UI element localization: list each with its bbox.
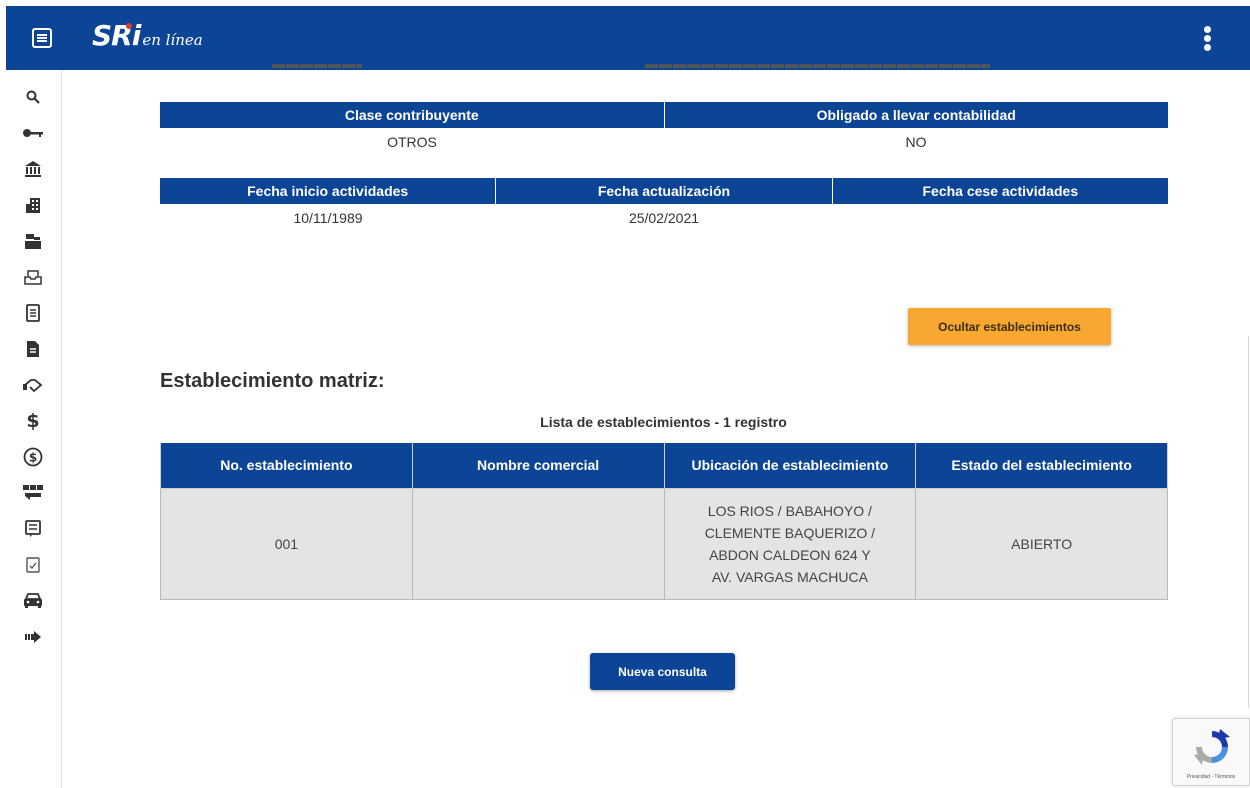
cell-estado: ABIERTO xyxy=(915,487,1168,600)
cell-ubicacion: LOS RIOS / BABAHOYO / CLEMENTE BAQUERIZO… xyxy=(663,487,917,600)
column-header-nombre: Nombre comercial xyxy=(411,443,665,489)
scrolled-off-value: ▬▬▬▬▬▬▬▬▬▬▬▬▬▬▬▬▬▬▬▬▬▬▬▬▬▬ xyxy=(645,62,990,71)
obligado-contabilidad-value: NO xyxy=(905,134,927,150)
table-header-row: No. establecimiento Nombre comercial Ubi… xyxy=(160,443,1168,489)
dollar-circle-icon[interactable]: $ xyxy=(22,446,44,468)
svg-text:$: $ xyxy=(29,451,37,465)
recaptcha-badge[interactable]: Privacidad - Términos xyxy=(1172,718,1250,786)
fecha-cese-value xyxy=(832,210,1168,226)
dates-header-row: Fecha inicio actividades Fecha actualiza… xyxy=(160,178,1168,204)
column-header-estado: Estado del establecimiento xyxy=(915,443,1168,489)
obligado-contabilidad-header: Obligado a llevar contabilidad xyxy=(816,107,1016,123)
fecha-inicio-header: Fecha inicio actividades xyxy=(160,178,497,204)
clase-contribuyente-value: OTROS xyxy=(387,134,437,150)
recaptcha-terms[interactable]: Privacidad - Términos xyxy=(1173,774,1249,780)
top-app-bar: SRi en línea xyxy=(6,6,1250,70)
establishments-table: No. establecimiento Nombre comercial Ubi… xyxy=(160,443,1168,600)
column-header-ubicacion: Ubicación de establecimiento xyxy=(663,443,917,489)
document-icon[interactable] xyxy=(22,338,44,360)
column-header-numero: No. establecimiento xyxy=(160,443,413,489)
establishments-caption: Lista de establecimientos - 1 registro xyxy=(540,414,787,430)
key-icon[interactable] xyxy=(22,122,44,144)
taxpayer-class-header-row: Clase contribuyente Obligado a llevar co… xyxy=(160,102,1168,128)
fecha-actualizacion-header: Fecha actualización xyxy=(496,178,833,204)
fecha-inicio-value: 10/11/1989 xyxy=(293,210,363,226)
cell-nombre xyxy=(411,487,665,600)
section-title: Establecimiento matriz: xyxy=(160,370,385,392)
bank-icon[interactable] xyxy=(22,158,44,180)
cash-register-icon[interactable] xyxy=(22,230,44,252)
dates-value-row: 10/11/1989 25/02/2021 xyxy=(160,210,1168,226)
sri-logo[interactable]: SRi en línea xyxy=(92,19,203,52)
document-list-icon[interactable] xyxy=(22,302,44,324)
inbox-icon[interactable] xyxy=(22,266,44,288)
hide-establishments-button[interactable]: Ocultar establecimientos xyxy=(908,308,1111,345)
building-icon[interactable] xyxy=(22,194,44,216)
money-transfer-icon[interactable] xyxy=(22,482,44,504)
search-icon[interactable] xyxy=(22,86,44,108)
hamburger-menu-icon[interactable] xyxy=(32,28,52,48)
car-icon[interactable] xyxy=(22,590,44,612)
dollar-icon[interactable]: $ xyxy=(22,410,44,432)
fecha-actualizacion-value: 25/02/2021 xyxy=(628,210,700,226)
table-row: 001 LOS RIOS / BABAHOYO / CLEMENTE BAQUE… xyxy=(160,487,1168,600)
scrolled-off-label: ▬▬▬▬▬▬▬ xyxy=(272,62,362,71)
clase-contribuyente-header: Clase contribuyente xyxy=(160,102,665,128)
taxpayer-class-value-row: OTROS NO xyxy=(160,134,1168,150)
arrow-right-icon[interactable] xyxy=(22,626,44,648)
fecha-cese-header: Fecha cese actividades xyxy=(922,183,1079,199)
content-right-border xyxy=(1248,336,1249,708)
recaptcha-icon xyxy=(1194,729,1230,765)
new-query-button[interactable]: Nueva consulta xyxy=(590,653,735,690)
sidebar: $ $ xyxy=(6,70,62,788)
checked-document-icon[interactable] xyxy=(22,554,44,576)
receipt-icon[interactable] xyxy=(22,518,44,540)
more-options-icon[interactable] xyxy=(1204,26,1212,52)
cell-numero: 001 xyxy=(160,487,413,600)
handshake-icon[interactable] xyxy=(22,374,44,396)
